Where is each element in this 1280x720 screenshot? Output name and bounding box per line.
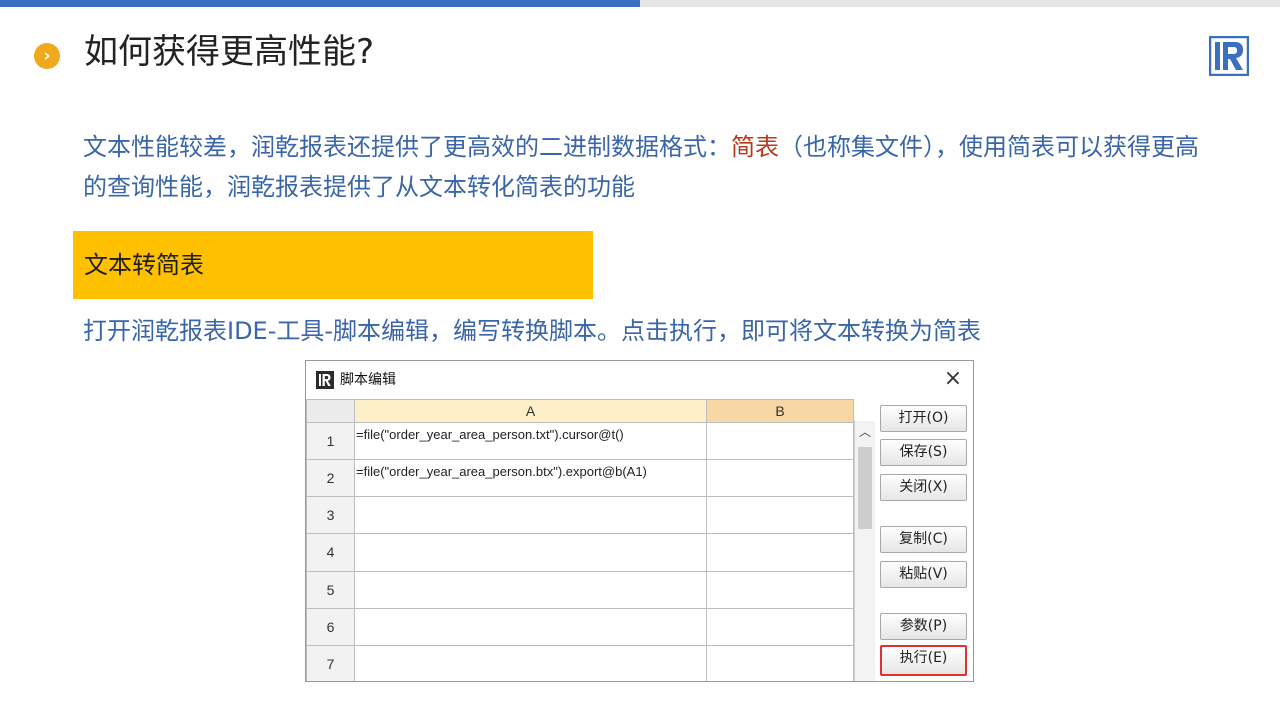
paragraph-highlight: 简表 (731, 133, 779, 161)
script-editor-dialog: 脚本编辑 × A B 1 =file("order_year_area_pers… (305, 360, 974, 682)
row-header[interactable]: 7 (306, 644, 355, 681)
instruction-text: 打开润乾报表IDE-工具-脚本编辑，编写转换脚本。点击执行，即可将文本转换为简表 (83, 317, 982, 345)
cell-a6[interactable] (354, 607, 707, 646)
table-row: 5 (306, 570, 854, 609)
table-row: 6 (306, 607, 854, 646)
runqian-logo-icon (1209, 36, 1249, 76)
row-header[interactable]: 5 (306, 570, 355, 609)
cell-b1[interactable] (706, 421, 854, 461)
chevron-up-icon[interactable]: ︿ (855, 423, 875, 441)
table-row: 2 =file("order_year_area_person.btx").ex… (306, 459, 854, 498)
paste-button[interactable]: 粘贴(V) (880, 561, 967, 588)
intro-paragraph: 文本性能较差，润乾报表还提供了更高效的二进制数据格式：简表（也称集文件），使用简… (83, 127, 1213, 207)
top-gray-bar (640, 0, 1280, 7)
execute-button[interactable]: 执行(E) (880, 645, 967, 676)
close-icon[interactable]: × (941, 365, 965, 393)
save-button[interactable]: 保存(S) (880, 439, 967, 466)
cell-b7[interactable] (706, 644, 854, 681)
dialog-titlebar[interactable]: 脚本编辑 × (306, 361, 973, 399)
table-row: 4 (306, 533, 854, 572)
cell-b2[interactable] (706, 459, 854, 498)
section-label: 文本转简表 (84, 251, 204, 279)
row-header[interactable]: 1 (306, 421, 355, 461)
paragraph-part1: 文本性能较差，润乾报表还提供了更高效的二进制数据格式： (83, 133, 731, 161)
row-header[interactable]: 6 (306, 607, 355, 646)
open-button[interactable]: 打开(O) (880, 405, 967, 432)
app-icon (316, 371, 334, 389)
top-accent-bar (0, 0, 640, 7)
table-row: 7 (306, 644, 854, 681)
table-row: 1 =file("order_year_area_person.txt").cu… (306, 421, 854, 461)
copy-button[interactable]: 复制(C) (880, 526, 967, 553)
cell-b4[interactable] (706, 533, 854, 572)
scrollbar-thumb[interactable] (858, 447, 872, 529)
cell-b5[interactable] (706, 570, 854, 609)
table-row: 3 (306, 496, 854, 535)
row-header[interactable]: 4 (306, 533, 355, 572)
cell-a5[interactable] (354, 570, 707, 609)
row-header[interactable]: 3 (306, 496, 355, 535)
column-header-a[interactable]: A (354, 399, 707, 423)
section-header-box: 文本转简表 (73, 231, 593, 299)
close-button[interactable]: 关闭(X) (880, 474, 967, 501)
cell-a4[interactable] (354, 533, 707, 572)
grid-header-row: A B (306, 399, 854, 423)
cell-b6[interactable] (706, 607, 854, 646)
page-title: 如何获得更高性能? (84, 32, 375, 72)
cell-a1[interactable]: =file("order_year_area_person.txt").curs… (354, 421, 707, 461)
row-header[interactable]: 2 (306, 459, 355, 498)
column-header-b[interactable]: B (706, 399, 854, 423)
cell-b3[interactable] (706, 496, 854, 535)
vertical-scrollbar[interactable]: ︿ (854, 421, 875, 681)
cell-a7[interactable] (354, 644, 707, 681)
dialog-title: 脚本编辑 (340, 372, 396, 388)
params-button[interactable]: 参数(P) (880, 613, 967, 640)
cell-a3[interactable] (354, 496, 707, 535)
chevron-right-icon: › (34, 43, 60, 69)
cell-a2[interactable]: =file("order_year_area_person.btx").expo… (354, 459, 707, 498)
grid-corner[interactable] (306, 399, 355, 423)
script-grid: A B 1 =file("order_year_area_person.txt"… (306, 399, 854, 681)
